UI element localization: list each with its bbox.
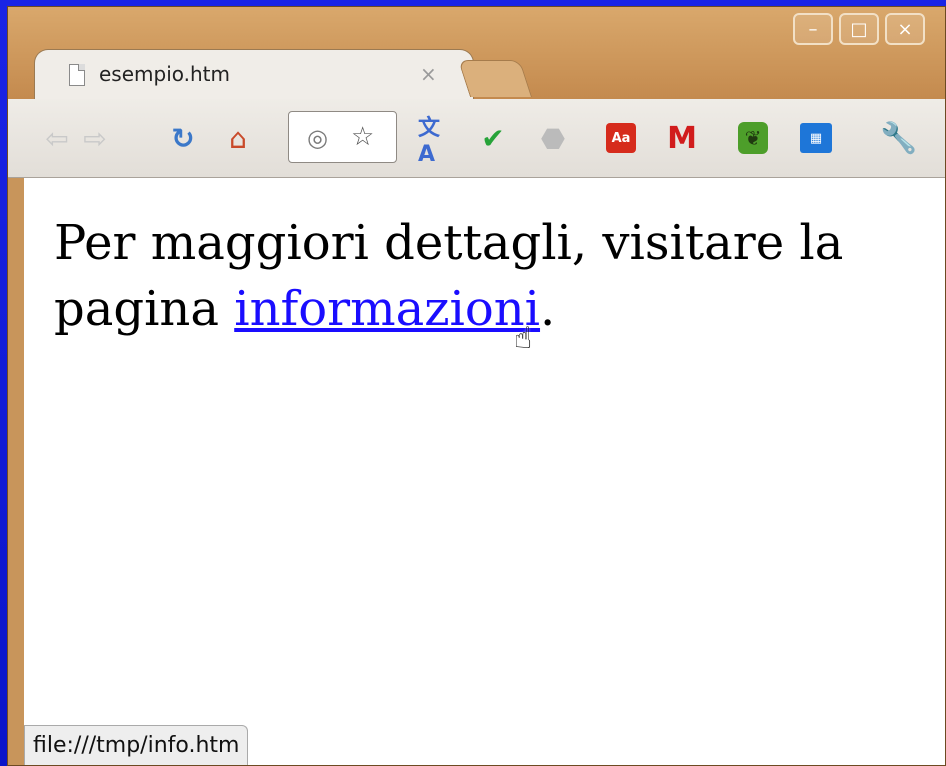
maximize-button[interactable]: □ [839, 13, 879, 45]
minimize-button[interactable]: – [793, 13, 833, 45]
window-border [8, 178, 24, 765]
toolbar: ⇦ ⇨ ↻ ⌂ ◎ ☆ 文A ✔ ⬣ Aa M ❦ ▦ 🔧 [8, 99, 945, 178]
page-content: Per maggiori dettagli, visitare la pagin… [24, 178, 945, 765]
stop-icon[interactable]: ⬣ [536, 121, 570, 155]
tab-esempio[interactable]: esempio.htm × [34, 49, 474, 101]
bookmark-star-icon[interactable]: ☆ [351, 122, 374, 152]
gmail-icon[interactable]: M [665, 121, 699, 156]
status-bar-url: file:///tmp/info.htm [24, 725, 249, 765]
reload-icon[interactable]: ↻ [166, 121, 200, 155]
wrench-icon[interactable]: 🔧 [880, 121, 917, 156]
checkmark-icon[interactable]: ✔ [476, 121, 510, 155]
window-controls: – □ × [793, 13, 925, 45]
translate-icon[interactable]: 文A [418, 116, 452, 167]
home-icon[interactable]: ⌂ [221, 121, 255, 155]
browser-window: esempio.htm × – □ × ⇦ ⇨ ↻ ⌂ ◎ ☆ 文A ✔ ⬣ A… [7, 6, 946, 766]
document-icon [69, 64, 85, 86]
hand-cursor-icon: ☝ [514, 321, 533, 356]
title-bar: esempio.htm × – □ × [8, 7, 945, 101]
informazioni-link[interactable]: informazioni [234, 281, 540, 337]
page-paragraph: Per maggiori dettagli, visitare la pagin… [54, 210, 914, 342]
globe-icon: ◎ [307, 124, 328, 152]
evernote-icon[interactable]: ❦ [738, 122, 768, 154]
forward-arrow-icon[interactable]: ⇨ [78, 121, 112, 155]
dictionary-icon[interactable]: Aa [606, 123, 636, 153]
calendar-icon[interactable]: ▦ [800, 123, 832, 153]
tab-title: esempio.htm [99, 62, 231, 86]
tab-close-icon[interactable]: × [420, 62, 437, 86]
close-button[interactable]: × [885, 13, 925, 45]
new-tab-button[interactable] [457, 60, 533, 97]
back-arrow-icon[interactable]: ⇦ [40, 121, 74, 155]
paragraph-text-after: . [540, 281, 556, 337]
address-bar[interactable]: ◎ ☆ [288, 111, 397, 163]
